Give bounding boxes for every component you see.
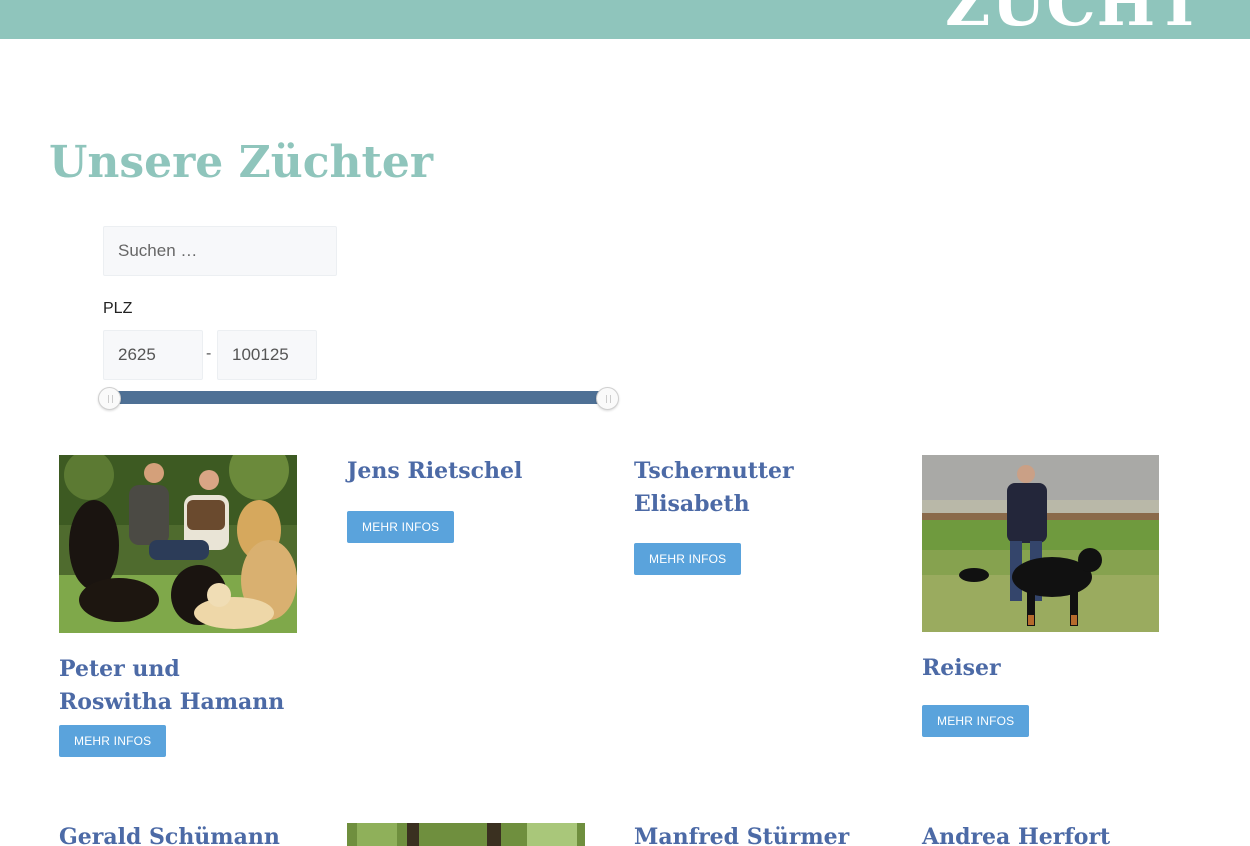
plz-range-slider[interactable] bbox=[109, 391, 607, 404]
breeder-card: Manfred Stürmer bbox=[634, 821, 874, 846]
breeder-card: Andrea Herfort bbox=[922, 821, 1162, 846]
more-info-button[interactable]: MEHR INFOS bbox=[347, 511, 455, 543]
plz-range-max-handle[interactable] bbox=[596, 387, 619, 410]
search-input[interactable] bbox=[103, 226, 337, 276]
plz-range-fill bbox=[109, 391, 607, 404]
site-header: ZUCHT bbox=[0, 0, 1250, 39]
breeder-name[interactable]: Andrea Herfort bbox=[922, 821, 1162, 846]
breeder-photo[interactable] bbox=[59, 455, 297, 633]
plz-range-min-handle[interactable] bbox=[98, 387, 121, 410]
plz-separator: - bbox=[206, 345, 212, 362]
plz-max-input[interactable] bbox=[217, 330, 317, 380]
breeder-card: Peter und Roswitha Hamann MEHR INFOS bbox=[59, 455, 299, 757]
plz-label: PLZ bbox=[103, 300, 133, 317]
page-title: Unsere Züchter bbox=[49, 137, 434, 188]
breeder-name[interactable]: Reiser bbox=[922, 652, 1162, 685]
breeder-name[interactable]: Peter und Roswitha Hamann bbox=[59, 653, 299, 719]
breeder-photo[interactable] bbox=[922, 455, 1159, 632]
breeder-card: Reiser MEHR INFOS bbox=[922, 455, 1162, 737]
breeder-name[interactable]: Tschernutter Elisabeth bbox=[634, 455, 834, 521]
breeder-card: Gerald Schümann bbox=[59, 821, 299, 846]
breeder-photo-image bbox=[922, 455, 1159, 632]
site-title[interactable]: ZUCHT bbox=[945, 0, 1203, 39]
plz-min-input[interactable] bbox=[103, 330, 203, 380]
breeder-card bbox=[347, 823, 587, 846]
breeder-name[interactable]: Jens Rietschel bbox=[347, 455, 587, 488]
breeder-name[interactable]: Gerald Schümann bbox=[59, 821, 299, 846]
breeder-photo-image bbox=[347, 823, 585, 846]
more-info-button[interactable]: MEHR INFOS bbox=[634, 543, 742, 575]
breeder-card: Tschernutter Elisabeth MEHR INFOS bbox=[634, 455, 834, 575]
more-info-button[interactable]: MEHR INFOS bbox=[59, 725, 167, 757]
more-info-button[interactable]: MEHR INFOS bbox=[922, 705, 1030, 737]
breeder-card: Jens Rietschel MEHR INFOS bbox=[347, 455, 587, 543]
breeder-photo-image bbox=[59, 455, 297, 633]
breeder-photo[interactable] bbox=[347, 823, 585, 846]
breeder-name[interactable]: Manfred Stürmer bbox=[634, 821, 874, 846]
